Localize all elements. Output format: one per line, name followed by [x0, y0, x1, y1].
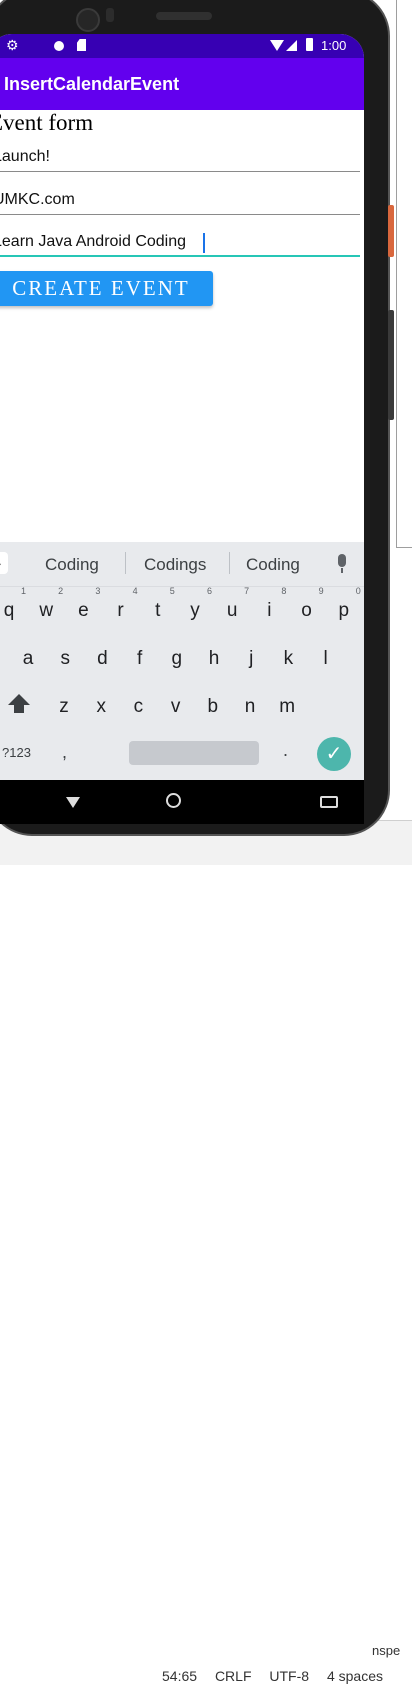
key-i[interactable]: i8: [254, 586, 286, 626]
device-screen: ⚙ 1:00 InsertCalendarEvent Event form La…: [0, 34, 364, 824]
soft-keyboard: › Coding Codings Coding q1w2e3r4t5y6u7i8…: [0, 542, 364, 780]
key-number-hint: 1: [20, 586, 26, 596]
suggestion-divider: [229, 552, 230, 574]
navigation-bar: [0, 780, 364, 824]
key-b[interactable]: b: [198, 692, 228, 722]
key-number-hint: 4: [132, 586, 138, 596]
key-d[interactable]: d: [87, 644, 117, 674]
signal-icon: [286, 40, 297, 51]
create-event-button[interactable]: CREATE EVENT: [0, 271, 213, 306]
volume-button: [388, 310, 394, 420]
event-location-value: UMKC.com: [0, 191, 75, 208]
sd-card-icon: [77, 39, 86, 51]
key-e[interactable]: e3: [68, 586, 100, 626]
key-r[interactable]: r4: [106, 586, 137, 626]
ide-path-fragment: nspe: [372, 1643, 401, 1658]
key-x[interactable]: x: [86, 692, 116, 722]
form-heading: Event form: [0, 110, 94, 135]
key-u[interactable]: u7: [217, 586, 249, 626]
enter-key[interactable]: ✓: [317, 737, 351, 771]
expand-suggestions-icon[interactable]: ›: [0, 552, 8, 574]
key-number-hint: 2: [58, 586, 64, 596]
key-number-hint: 7: [244, 586, 250, 596]
sensor-icon: [106, 8, 114, 22]
symbols-key[interactable]: ?123: [2, 745, 31, 760]
key-j[interactable]: j: [236, 644, 266, 674]
key-f[interactable]: f: [125, 644, 155, 674]
event-location-field[interactable]: UMKC.com: [0, 191, 360, 215]
key-a[interactable]: a: [13, 644, 43, 674]
key-m[interactable]: m: [272, 692, 302, 722]
event-title-value: Launch!: [0, 148, 50, 165]
suggestion-divider: [125, 552, 126, 574]
power-button: [388, 205, 394, 257]
home-icon[interactable]: [166, 793, 181, 808]
keyboard-icon[interactable]: [320, 796, 338, 808]
app-bar: InsertCalendarEvent: [0, 58, 364, 110]
caret-position[interactable]: 54:65: [162, 1668, 197, 1684]
ide-status-items: 54:65 CRLF UTF-8 4 spaces: [162, 1668, 397, 1684]
key-number-hint: 9: [318, 586, 324, 596]
key-number-hint: 0: [355, 586, 361, 596]
camera-icon: [76, 8, 100, 32]
key-c[interactable]: c: [123, 692, 153, 722]
period-key[interactable]: .: [283, 740, 288, 761]
event-description-field[interactable]: Learn Java Android Coding: [0, 233, 360, 257]
line-separator[interactable]: CRLF: [215, 1668, 252, 1684]
phone-frame: ⚙ 1:00 InsertCalendarEvent Event form La…: [0, 0, 390, 836]
key-t[interactable]: t5: [143, 586, 175, 626]
space-key[interactable]: [129, 741, 259, 765]
battery-icon: [306, 38, 313, 51]
status-time: 1:00: [321, 38, 347, 53]
suggestion-2[interactable]: Codings: [144, 555, 206, 575]
key-v[interactable]: v: [161, 692, 191, 722]
key-q[interactable]: q1: [0, 586, 26, 626]
ide-side-panel: [396, 0, 412, 548]
app-title: InsertCalendarEvent: [4, 74, 180, 94]
settings-icon: ⚙: [6, 37, 19, 53]
key-p[interactable]: p0: [329, 586, 361, 626]
earpiece-speaker: [156, 12, 212, 20]
indent-setting[interactable]: 4 spaces: [327, 1668, 383, 1684]
notification-dot-icon: [54, 41, 64, 51]
key-number-hint: 6: [206, 586, 212, 596]
key-s[interactable]: s: [50, 644, 80, 674]
key-o[interactable]: o9: [292, 586, 323, 626]
key-z[interactable]: z: [49, 692, 79, 722]
key-w[interactable]: w2: [31, 586, 63, 626]
key-k[interactable]: k: [273, 644, 303, 674]
key-l[interactable]: l: [311, 644, 341, 674]
key-n[interactable]: n: [235, 692, 265, 722]
key-number-hint: 8: [281, 586, 287, 596]
shift-icon[interactable]: [8, 694, 30, 713]
file-encoding[interactable]: UTF-8: [269, 1668, 309, 1684]
key-number-hint: 5: [169, 586, 175, 596]
key-number-hint: 3: [95, 586, 101, 596]
key-y[interactable]: y6: [180, 586, 212, 626]
suggestion-3[interactable]: Coding: [246, 555, 300, 575]
key-g[interactable]: g: [162, 644, 192, 674]
wifi-icon: [270, 40, 284, 51]
key-h[interactable]: h: [199, 644, 229, 674]
mic-icon[interactable]: [338, 554, 346, 573]
suggestion-strip: › Coding Codings Coding: [0, 542, 364, 587]
android-status-bar: ⚙ 1:00: [0, 34, 364, 58]
back-icon[interactable]: [66, 797, 80, 808]
suggestion-1[interactable]: Coding: [45, 555, 99, 575]
event-description-value: Learn Java Android Coding: [0, 233, 187, 250]
text-caret: [203, 233, 205, 253]
event-title-field[interactable]: Launch!: [0, 148, 360, 172]
comma-key[interactable]: ,: [62, 742, 67, 763]
